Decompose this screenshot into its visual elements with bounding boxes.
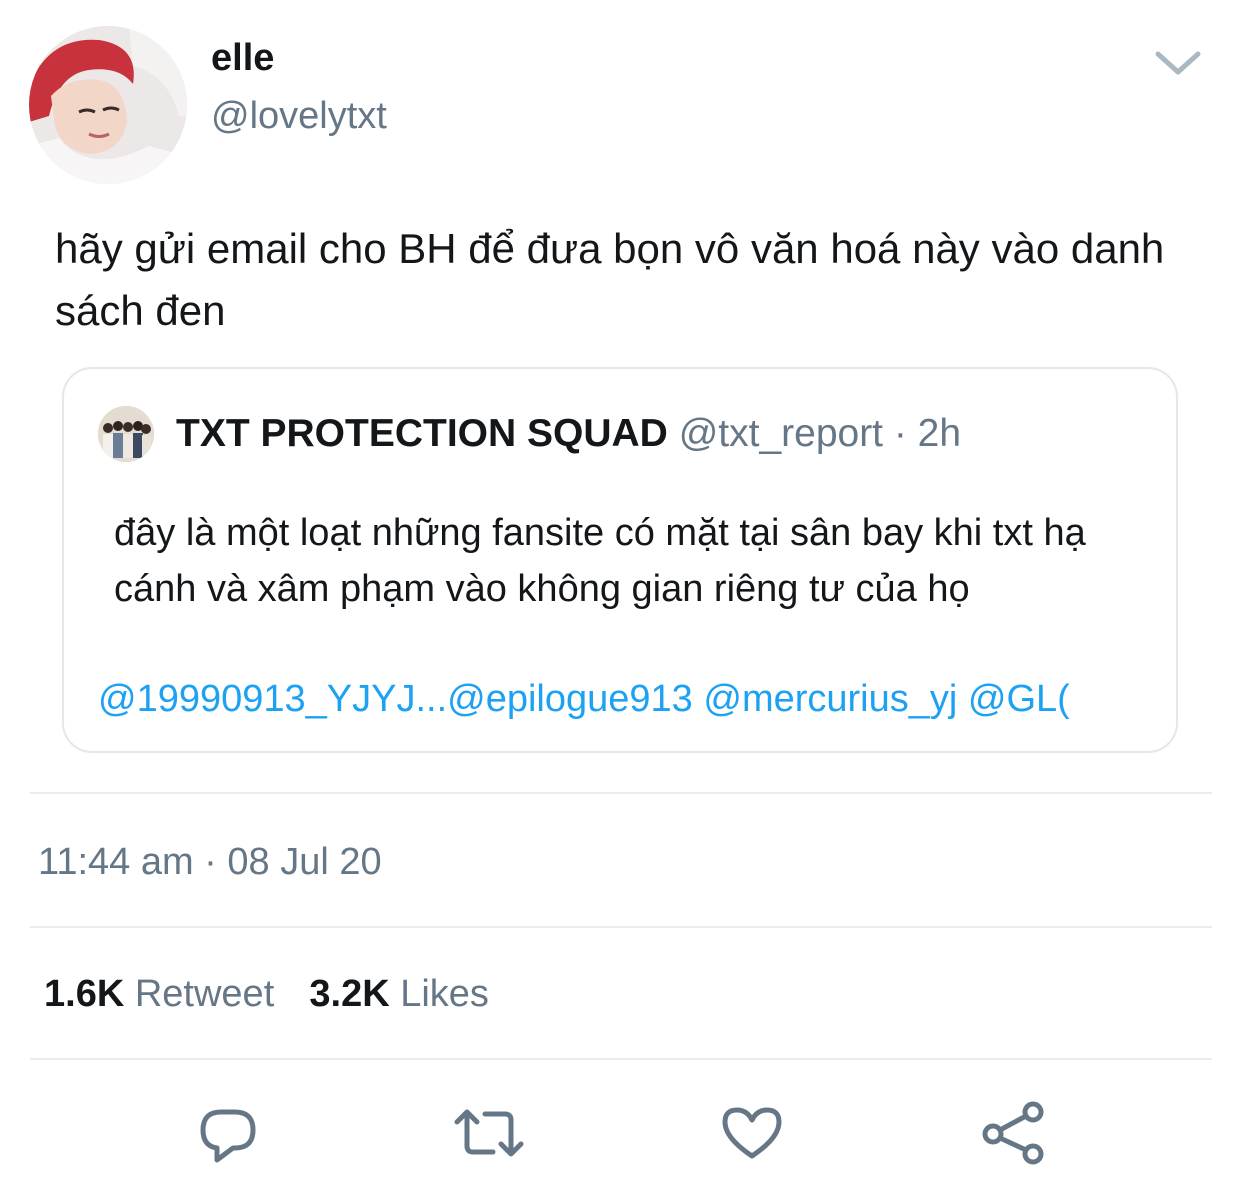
retweet-button[interactable]: [449, 1095, 529, 1175]
tweet-text: hãy gửi email cho BH để đưa bọn vô văn h…: [55, 225, 1176, 334]
retweet-label[interactable]: Retweet: [135, 973, 274, 1015]
like-button[interactable]: [712, 1095, 792, 1175]
chevron-down-icon[interactable]: [1150, 42, 1206, 82]
author-handle[interactable]: @lovelytxt: [211, 94, 387, 138]
retweet-count[interactable]: 1.6K: [44, 973, 124, 1015]
divider: [30, 792, 1212, 794]
quoted-tweet-card[interactable]: TXT PROTECTION SQUAD @txt_report · 2h đâ…: [62, 367, 1178, 753]
heart-icon: [719, 1100, 785, 1171]
quoted-display-name[interactable]: TXT PROTECTION SQUAD: [176, 412, 668, 455]
tweet-header: elle @lovelytxt: [0, 0, 1242, 200]
author-display-name[interactable]: elle: [211, 36, 274, 80]
avatar[interactable]: [29, 26, 187, 184]
quoted-header: TXT PROTECTION SQUAD @txt_report · 2h: [176, 411, 961, 457]
action-bar: [0, 1095, 1242, 1175]
divider: [30, 1058, 1212, 1060]
reply-icon: [195, 1100, 261, 1171]
quoted-handle-time: @txt_report · 2h: [678, 412, 962, 455]
share-button[interactable]: [974, 1095, 1054, 1175]
retweet-icon: [449, 1100, 529, 1171]
quoted-mentions[interactable]: @19990913_YJYJ...@epilogue913 @mercurius…: [98, 674, 1148, 724]
tweet-timestamp: 11:44 am · 08 Jul 20: [38, 841, 382, 883]
likes-count[interactable]: 3.2K: [309, 973, 389, 1015]
likes-label[interactable]: Likes: [400, 973, 489, 1015]
reply-button[interactable]: [188, 1095, 268, 1175]
tweet-stats: 1.6K Retweet 3.2K Likes: [44, 970, 489, 1018]
quoted-tweet-text: đây là một loạt những fansite có mặt tại…: [114, 512, 1097, 610]
quoted-avatar[interactable]: [98, 406, 154, 462]
share-icon: [979, 1098, 1049, 1173]
divider: [30, 926, 1212, 928]
